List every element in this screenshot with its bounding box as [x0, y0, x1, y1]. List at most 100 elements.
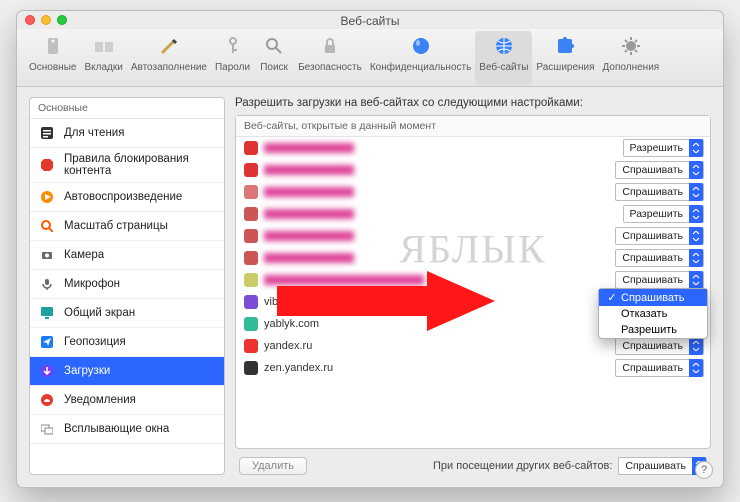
extensions-icon: [552, 33, 578, 59]
privacy-icon: [408, 33, 434, 59]
favicon: [244, 339, 258, 353]
chevron-updown-icon: [689, 359, 703, 377]
toolbar-general[interactable]: Основные: [25, 31, 80, 85]
permission-select[interactable]: Разрешить: [623, 139, 704, 157]
help-button[interactable]: ?: [695, 461, 713, 479]
toolbar-security[interactable]: Безопасность: [294, 31, 366, 85]
sidebar-item-popups[interactable]: Всплывающие окна: [30, 415, 224, 444]
check-icon: ✓: [607, 291, 617, 304]
sidebar-item-autoplay[interactable]: Автовоспроизведение: [30, 183, 224, 212]
toolbar-label: Расширения: [536, 62, 594, 73]
popups-icon: [38, 420, 56, 438]
zoom-icon: [38, 217, 56, 235]
rows: Разрешить Спрашивать Спрашивать Разрешить Сп…: [236, 137, 710, 379]
sidebar-item-notify[interactable]: Уведомления: [30, 386, 224, 415]
toolbar-label: Веб-сайты: [479, 62, 528, 73]
screen-icon: [38, 304, 56, 322]
toolbar-advanced[interactable]: Дополнения: [599, 31, 664, 85]
chevron-updown-icon: [689, 161, 703, 179]
menu-item[interactable]: Отказать: [599, 306, 707, 322]
camera-icon: [38, 246, 56, 264]
websites-icon: [491, 33, 517, 59]
permission-select[interactable]: Спрашивать: [615, 249, 704, 267]
toolbar-search[interactable]: Поиск: [254, 31, 294, 85]
sidebar-item-label: Автовоспроизведение: [64, 191, 182, 203]
sidebar-item-mic[interactable]: Микрофон: [30, 270, 224, 299]
favicon: [244, 229, 258, 243]
hostname-blurred: [264, 253, 354, 263]
menu-item[interactable]: ✓Спрашивать: [599, 289, 707, 306]
website-list: Веб-сайты, открытые в данный момент Разр…: [235, 115, 711, 449]
toolbar-passwords[interactable]: Пароли: [211, 31, 254, 85]
toolbar-label: Пароли: [215, 62, 250, 73]
toolbar-label: Конфиденциальность: [370, 62, 471, 73]
sidebar-item-location[interactable]: Геопозиция: [30, 328, 224, 357]
permission-value: Спрашивать: [616, 362, 689, 374]
permission-select[interactable]: Спрашивать: [615, 271, 704, 289]
toolbar-tabs[interactable]: Вкладки: [80, 31, 126, 85]
favicon: [244, 141, 258, 155]
favicon: [244, 207, 258, 221]
mic-icon: [38, 275, 56, 293]
sidebar-item-block[interactable]: Правила блокирования контента: [30, 148, 224, 183]
sidebar-item-label: Геопозиция: [64, 336, 126, 348]
sidebar-item-zoom[interactable]: Масштаб страницы: [30, 212, 224, 241]
menu-item-label: Разрешить: [621, 324, 677, 336]
permission-select[interactable]: Спрашивать: [615, 183, 704, 201]
sidebar-item-label: Загрузки: [64, 365, 110, 377]
chevron-updown-icon: [689, 271, 703, 289]
toolbar-label: Вкладки: [84, 62, 122, 73]
favicon: [244, 185, 258, 199]
favicon: [244, 273, 258, 287]
footer-select[interactable]: Спрашивать: [618, 457, 707, 475]
chevron-updown-icon: [689, 337, 703, 355]
website-row[interactable]: Разрешить: [236, 203, 710, 225]
website-row[interactable]: Спрашивать: [236, 181, 710, 203]
hostname: viber.com: [264, 296, 311, 308]
permission-select[interactable]: Спрашивать: [615, 337, 704, 355]
general-icon: [40, 33, 66, 59]
footer: Удалить При посещении других веб-сайтов:…: [235, 449, 711, 475]
website-row[interactable]: Спрашивать: [236, 225, 710, 247]
website-row[interactable]: Спрашивать: [236, 247, 710, 269]
toolbar-extensions[interactable]: Расширения: [532, 31, 598, 85]
preferences-window: Веб-сайты Основные Вкладки Автозаполнение П…: [16, 10, 724, 488]
permission-select[interactable]: Спрашивать: [615, 161, 704, 179]
hostname: yandex.ru: [264, 340, 312, 352]
permission-select[interactable]: Спрашивать: [615, 227, 704, 245]
autofill-icon: [156, 33, 182, 59]
sidebar-item-downloads[interactable]: Загрузки: [30, 357, 224, 386]
toolbar-privacy[interactable]: Конфиденциальность: [366, 31, 475, 85]
website-row[interactable]: Разрешить: [236, 137, 710, 159]
toolbar-label: Дополнения: [603, 62, 660, 73]
website-row[interactable]: Спрашивать: [236, 159, 710, 181]
permission-value: Разрешить: [624, 208, 689, 220]
chevron-updown-icon: [689, 183, 703, 201]
sidebar: Основные Для чтенияПравила блокирования …: [29, 97, 225, 475]
permission-select[interactable]: Спрашивать: [615, 359, 704, 377]
delete-button[interactable]: Удалить: [239, 457, 307, 475]
chevron-updown-icon: [689, 139, 703, 157]
menu-item[interactable]: Разрешить: [599, 322, 707, 338]
sidebar-item-reader[interactable]: Для чтения: [30, 119, 224, 148]
location-icon: [38, 333, 56, 351]
autoplay-icon: [38, 188, 56, 206]
security-icon: [317, 33, 343, 59]
permission-value: Спрашивать: [616, 230, 689, 242]
toolbar-label: Автозаполнение: [131, 62, 207, 73]
website-row[interactable]: zen.yandex.ruСпрашивать: [236, 357, 710, 379]
permission-select[interactable]: Разрешить: [623, 205, 704, 223]
dropdown-menu[interactable]: ✓СпрашиватьОтказать Разрешить: [598, 288, 708, 339]
sidebar-item-camera[interactable]: Камера: [30, 241, 224, 270]
toolbar-label: Безопасность: [298, 62, 362, 73]
permission-value: Спрашивать: [616, 340, 689, 352]
hostname: yablyk.com: [264, 318, 319, 330]
permission-value: Спрашивать: [616, 252, 689, 264]
toolbar-label: Основные: [29, 62, 76, 73]
favicon: [244, 163, 258, 177]
hostname-blurred: [264, 143, 354, 153]
tabs-icon: [91, 33, 117, 59]
toolbar-autofill[interactable]: Автозаполнение: [127, 31, 211, 85]
sidebar-item-screen[interactable]: Общий экран: [30, 299, 224, 328]
toolbar-websites[interactable]: Веб-сайты: [475, 31, 532, 85]
